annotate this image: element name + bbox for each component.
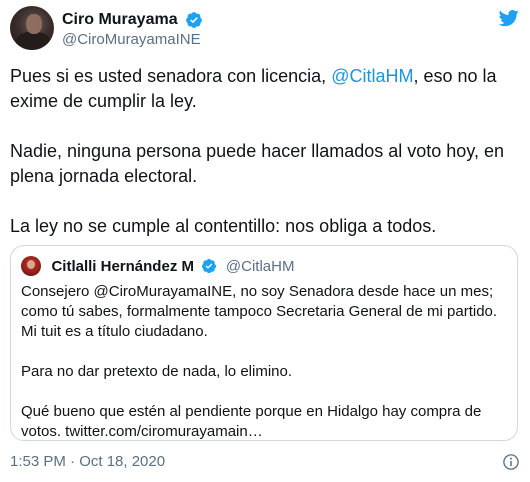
verified-badge-icon <box>186 12 202 28</box>
quoted-author-handle: @CitlaHM <box>225 257 295 275</box>
tweet-text: Pues si es usted senadora con licencia, … <box>10 64 520 264</box>
embedded-tweet: Ciro Murayama @CiroMurayamaINE Pues si e… <box>0 0 530 482</box>
tweet-paragraph-3: La ley no se cumple al contentillo: nos … <box>10 216 437 236</box>
verified-badge-icon <box>202 259 217 274</box>
quoted-paragraph-3: Qué bueno que estén al pendiente porque … <box>21 403 482 440</box>
info-icon[interactable] <box>502 453 520 471</box>
quoted-author-avatar <box>21 256 41 276</box>
tweet-paragraph-1: Pues si es usted senadora con licencia, … <box>10 64 520 114</box>
author-display-name[interactable]: Ciro Murayama <box>62 10 178 30</box>
tweet-timestamp[interactable]: 1:53 PM · Oct 18, 2020 <box>10 453 165 470</box>
quoted-tweet[interactable]: Citlalli Hernández M @CitlaHM Consejero … <box>10 245 518 441</box>
quoted-tweet-text: Consejero @CiroMurayamaINE, no soy Senad… <box>21 282 509 462</box>
tweet-header: Ciro Murayama @CiroMurayamaINE <box>10 6 520 52</box>
tweet-text-segment: Pues si es usted senadora con licencia, <box>10 66 332 86</box>
author-name-block: Ciro Murayama @CiroMurayamaINE <box>62 10 203 50</box>
tweet-footer: 1:53 PM · Oct 18, 2020 <box>10 452 520 472</box>
twitter-bird-icon[interactable] <box>498 8 520 28</box>
tweet-paragraph-2: Nadie, ninguna persona puede hacer llama… <box>10 141 505 186</box>
quoted-paragraph-1: Consejero @CiroMurayamaINE, no soy Senad… <box>21 283 498 340</box>
quoted-tweet-header: Citlalli Hernández M @CitlaHM <box>21 256 294 276</box>
author-handle[interactable]: @CiroMurayamaINE <box>62 30 203 50</box>
author-avatar[interactable] <box>10 6 54 50</box>
quoted-author-display-name: Citlalli Hernández M <box>51 257 194 275</box>
mention-link[interactable]: @CitlaHM <box>331 66 413 86</box>
quoted-paragraph-2: Para no dar pretexto de nada, lo elimino… <box>21 363 293 380</box>
